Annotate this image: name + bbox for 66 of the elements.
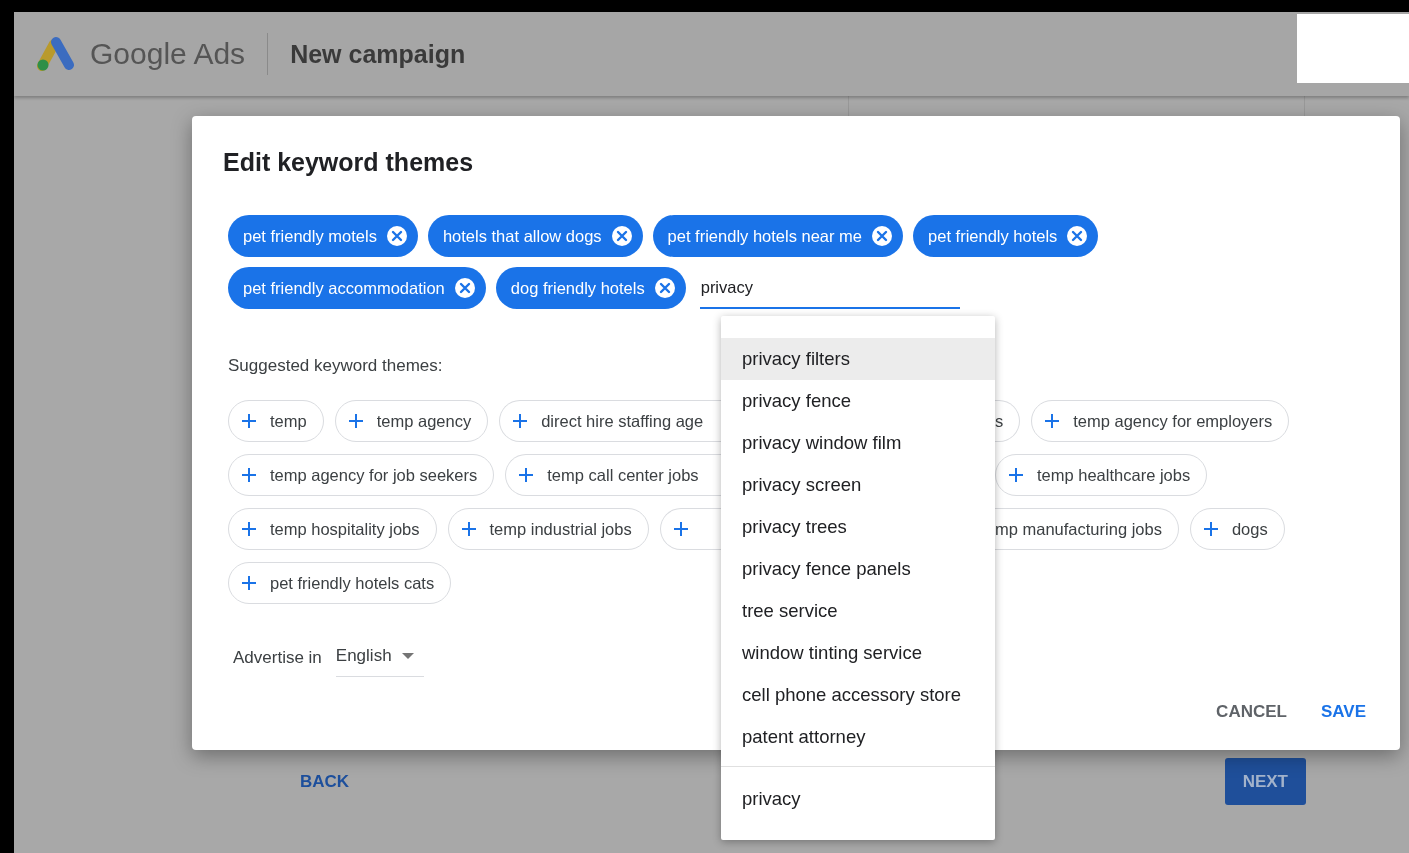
close-icon	[385, 225, 408, 247]
plus-icon	[512, 413, 529, 429]
remove-button[interactable]	[1066, 225, 1089, 247]
remove-button[interactable]	[385, 225, 408, 247]
suggestion-chip[interactable]: dogs	[1189, 508, 1285, 550]
chip-label: pet friendly motels	[243, 226, 377, 246]
plus-icon	[241, 467, 257, 483]
suggestion-chip[interactable]: temp hospitality jobs	[228, 508, 437, 550]
menu-item[interactable]: privacy trees	[721, 506, 995, 548]
close-icon	[453, 277, 476, 299]
menu-item[interactable]: privacy fence panels	[721, 548, 995, 590]
plus-icon	[1044, 413, 1061, 429]
suggestion-chip[interactable]: temp agency for employers	[1031, 400, 1290, 442]
close-icon	[1066, 225, 1089, 247]
keyword-input[interactable]: privacy	[699, 267, 960, 309]
menu-item[interactable]: privacy	[721, 778, 995, 820]
cancel-button[interactable]: CANCEL	[1204, 692, 1299, 732]
chip-label: hotels that allow dogs	[442, 226, 602, 246]
language-select[interactable]: English	[335, 638, 424, 677]
remove-button[interactable]	[610, 225, 633, 247]
plus-icon	[241, 413, 257, 429]
plus-icon	[460, 521, 477, 537]
chip-label: dog friendly hotels	[510, 278, 645, 298]
suggestion-chip[interactable]: s	[995, 400, 1021, 442]
menu-item[interactable]: patent attorney	[721, 716, 995, 758]
close-icon	[871, 225, 894, 247]
chip-label: pet friendly accommodation	[243, 278, 445, 298]
suggestion-chip[interactable]: temp industrial jobs	[447, 508, 649, 550]
product-name: Google Ads	[90, 37, 246, 71]
menu-item[interactable]: privacy filters	[721, 338, 995, 380]
plus-icon	[347, 413, 364, 429]
plus-icon	[1008, 467, 1024, 483]
menu-item[interactable]: window tinting service	[721, 632, 995, 674]
menu-item[interactable]: privacy screen	[721, 464, 995, 506]
page-title: New campaign	[290, 39, 466, 69]
suggestion-chip[interactable]: direct hire staffing age	[499, 400, 721, 442]
chip-label: pet friendly hotels near me	[667, 226, 863, 246]
remove-button[interactable]	[453, 277, 476, 299]
suggestion-chip[interactable]: temp healthcare jobs	[995, 454, 1208, 496]
suggestion-chip[interactable]: mp manufacturing jobs	[995, 508, 1179, 550]
chip-label: pet friendly hotels	[928, 226, 1058, 246]
menu-item[interactable]: tree service	[721, 590, 995, 632]
dialog-title: Edit keyword themes	[223, 148, 475, 177]
suggestion-chip[interactable]: temp agency for job seekers	[228, 454, 495, 496]
plus-icon	[1202, 521, 1219, 537]
menu-item[interactable]: privacy fence	[721, 380, 995, 422]
suggestion-chip[interactable]: temp agency	[334, 400, 489, 442]
suggestion-chip[interactable]: temp	[228, 400, 324, 442]
suggestion-chip[interactable]: pet friendly hotels cats	[228, 562, 452, 604]
save-button[interactable]: SAVE	[1308, 692, 1378, 732]
menu-item[interactable]: cell phone accessory store	[721, 674, 995, 716]
suggested-label: Suggested keyword themes:	[228, 356, 443, 376]
close-icon	[653, 277, 676, 299]
suggestion-chip[interactable]: temp call center jobs	[505, 454, 721, 496]
plus-icon	[518, 467, 535, 483]
language-label: Advertise in	[233, 647, 322, 668]
plus-icon	[241, 521, 257, 537]
logo-icon	[36, 36, 76, 72]
next-button[interactable]: NEXT	[1224, 758, 1306, 805]
remove-button[interactable]	[653, 277, 676, 299]
caret-icon	[401, 653, 414, 659]
menu-item[interactable]: privacy window film	[721, 422, 995, 464]
close-icon	[610, 225, 633, 247]
plus-icon	[241, 575, 257, 591]
remove-button[interactable]	[871, 225, 894, 247]
plus-icon	[672, 521, 689, 537]
